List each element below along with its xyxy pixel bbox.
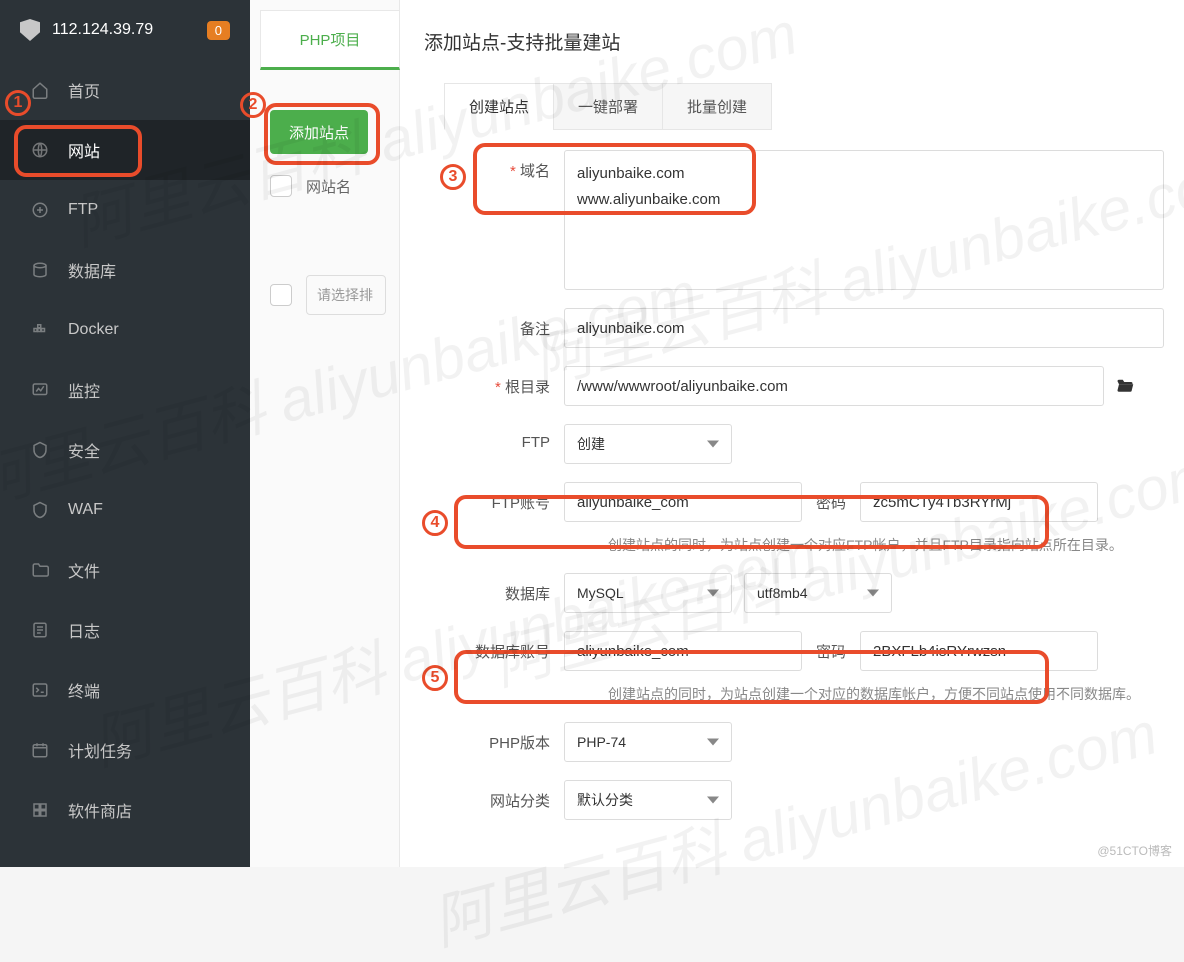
modal-title: 添加站点-支持批量建站 xyxy=(400,0,1184,73)
home-icon xyxy=(30,80,50,100)
filter-row: 请选择排 xyxy=(270,275,386,315)
waf-icon xyxy=(30,500,50,520)
label-root: 根目录 xyxy=(444,366,564,397)
chevron-down-icon xyxy=(707,739,719,746)
sidebar-item-label: 终端 xyxy=(68,678,100,702)
ftp-account-input[interactable] xyxy=(564,482,802,522)
sidebar-item-waf[interactable]: WAF xyxy=(0,480,250,540)
sidebar-item-logs[interactable]: 日志 xyxy=(0,600,250,660)
db-account-input[interactable] xyxy=(564,631,802,671)
sidebar-item-label: Docker xyxy=(68,321,119,339)
tab-create-site[interactable]: 创建站点 xyxy=(444,83,554,130)
label-note: 备注 xyxy=(444,308,564,339)
sidebar-item-label: 计划任务 xyxy=(68,738,132,762)
label-ftp-password: 密码 xyxy=(802,482,860,523)
label-site-category: 网站分类 xyxy=(444,780,564,811)
filter-select[interactable]: 请选择排 xyxy=(306,275,386,315)
sidebar-item-label: FTP xyxy=(68,201,98,219)
ftp-icon xyxy=(30,200,50,220)
chevron-down-icon xyxy=(707,441,719,448)
file-icon xyxy=(30,560,50,580)
sidebar-item-database[interactable]: 数据库 xyxy=(0,240,250,300)
chevron-down-icon xyxy=(707,590,719,597)
add-site-button[interactable]: 添加站点 xyxy=(270,110,368,154)
annotation-number-3: 3 xyxy=(440,164,466,190)
store-icon xyxy=(30,800,50,820)
ftp-select[interactable]: 创建 xyxy=(564,424,732,464)
log-icon xyxy=(30,620,50,640)
cron-icon xyxy=(30,740,50,760)
label-ftp: FTP xyxy=(444,424,564,451)
root-input[interactable] xyxy=(564,366,1104,406)
chevron-down-icon xyxy=(707,797,719,804)
monitor-icon xyxy=(30,380,50,400)
sidebar-item-ftp[interactable]: FTP xyxy=(0,180,250,240)
ftp-password-input[interactable] xyxy=(860,482,1098,522)
create-site-form: 域名 备注 根目录 FTP 创建 FTP账号 密码 创建站点的同时，为站点创建一… xyxy=(400,130,1184,820)
terminal-icon xyxy=(30,680,50,700)
sidebar-item-label: 安全 xyxy=(68,438,100,462)
sidebar-item-label: WAF xyxy=(68,501,103,519)
notification-badge[interactable]: 0 xyxy=(207,21,230,40)
db-hint: 创建站点的同时，为站点创建一个对应的数据库帐户，方便不同站点使用不同数据库。 xyxy=(608,684,1170,704)
sidebar-item-label: 软件商店 xyxy=(68,798,132,822)
folder-browse-icon[interactable] xyxy=(1114,366,1136,397)
db-password-input[interactable] xyxy=(860,631,1098,671)
label-php-version: PHP版本 xyxy=(444,722,564,753)
tab-one-click-deploy[interactable]: 一键部署 xyxy=(553,83,663,130)
sidebar-header: 112.124.39.79 0 xyxy=(0,0,250,60)
note-input[interactable] xyxy=(564,308,1164,348)
select-all-checkbox[interactable] xyxy=(270,175,292,197)
label-db-account: 数据库账号 xyxy=(444,631,564,662)
filter-checkbox[interactable] xyxy=(270,284,292,306)
sidebar-item-monitor[interactable]: 监控 xyxy=(0,360,250,420)
database-icon xyxy=(30,260,50,280)
db-charset-select[interactable]: utf8mb4 xyxy=(744,573,892,613)
annotation-number-4: 4 xyxy=(422,510,448,536)
site-category-select[interactable]: 默认分类 xyxy=(564,780,732,820)
credit-text: @51CTO博客 xyxy=(1097,842,1172,859)
modal-tabs: 创建站点 一键部署 批量创建 xyxy=(444,83,1184,130)
annotation-number-5: 5 xyxy=(422,665,448,691)
column-sitename: 网站名 xyxy=(306,176,351,197)
globe-icon xyxy=(30,140,50,160)
sidebar-item-home[interactable]: 首页 xyxy=(0,60,250,120)
tab-php-project[interactable]: PHP项目 xyxy=(260,10,400,70)
ftp-hint: 创建站点的同时，为站点创建一个对应FTP帐户，并且FTP目录指向站点所在目录。 xyxy=(608,535,1170,555)
sidebar-item-files[interactable]: 文件 xyxy=(0,540,250,600)
domain-input[interactable] xyxy=(564,150,1164,290)
shield-icon xyxy=(20,19,40,41)
chevron-down-icon xyxy=(867,590,879,597)
project-panel: PHP项目 添加站点 网站名 请选择排 xyxy=(250,0,400,867)
sidebar-item-store[interactable]: 软件商店 xyxy=(0,780,250,840)
sidebar-item-label: 日志 xyxy=(68,618,100,642)
sidebar-item-label: 数据库 xyxy=(68,258,116,282)
annotation-number-2: 2 xyxy=(240,92,266,118)
sidebar-item-terminal[interactable]: 终端 xyxy=(0,660,250,720)
sidebar-item-cron[interactable]: 计划任务 xyxy=(0,720,250,780)
sidebar-item-website[interactable]: 网站 xyxy=(0,120,250,180)
php-version-select[interactable]: PHP-74 xyxy=(564,722,732,762)
add-site-modal: 添加站点-支持批量建站 创建站点 一键部署 批量创建 域名 备注 根目录 FTP… xyxy=(400,0,1184,867)
docker-icon xyxy=(30,320,50,340)
tab-batch-create[interactable]: 批量创建 xyxy=(662,83,772,130)
sidebar-item-label: 首页 xyxy=(68,78,100,102)
sidebar-item-docker[interactable]: Docker xyxy=(0,300,250,360)
table-header: 网站名 xyxy=(270,175,351,197)
label-db-password: 密码 xyxy=(802,631,860,672)
sidebar-item-security[interactable]: 安全 xyxy=(0,420,250,480)
db-engine-select[interactable]: MySQL xyxy=(564,573,732,613)
sidebar-item-label: 监控 xyxy=(68,378,100,402)
annotation-number-1: 1 xyxy=(5,90,31,116)
server-ip: 112.124.39.79 xyxy=(52,21,207,39)
label-ftp-account: FTP账号 xyxy=(444,482,564,513)
security-icon xyxy=(30,440,50,460)
label-database: 数据库 xyxy=(444,573,564,604)
sidebar-item-label: 文件 xyxy=(68,558,100,582)
sidebar-item-label: 网站 xyxy=(68,138,100,162)
sidebar: 112.124.39.79 0 首页 网站 FTP 数据库 Docker 监控 … xyxy=(0,0,250,867)
